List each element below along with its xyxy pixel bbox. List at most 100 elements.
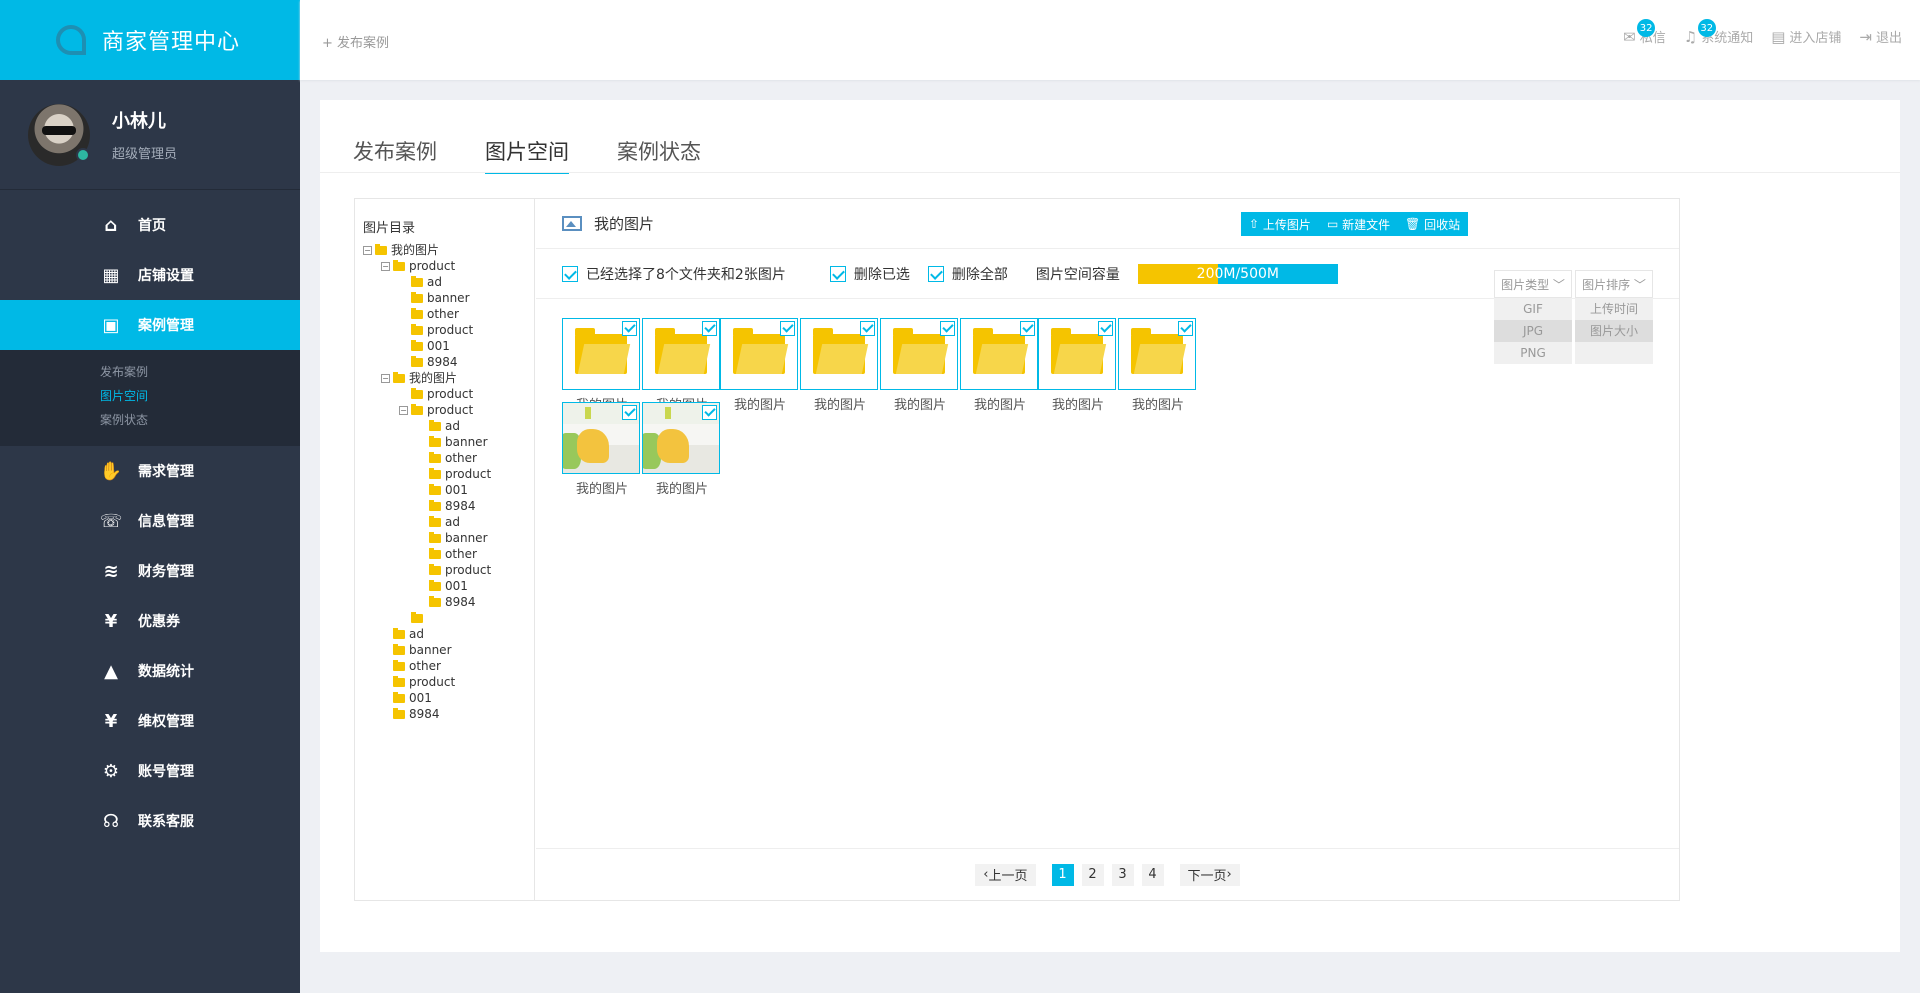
sidebar-item-6[interactable]: ¥ 优惠券 bbox=[0, 596, 300, 646]
tree-node[interactable]: 001 bbox=[363, 578, 534, 594]
tree-node[interactable]: product bbox=[363, 562, 534, 578]
tree-node[interactable]: 001 bbox=[363, 338, 534, 354]
sidebar-item-8[interactable]: ¥ 维权管理 bbox=[0, 696, 300, 746]
collapse-toggle-icon[interactable]: − bbox=[381, 373, 390, 383]
folder-thumbnail[interactable] bbox=[960, 318, 1038, 390]
top-link-2[interactable]: ▤ 进入店铺 bbox=[1771, 27, 1841, 47]
grid-item[interactable]: 我的图片 bbox=[720, 318, 800, 413]
sidebar-item-1[interactable]: ▦ 店铺设置 bbox=[0, 250, 300, 300]
tree-node[interactable]: 001 bbox=[363, 690, 534, 706]
grid-item[interactable]: 我的图片 bbox=[1038, 318, 1118, 413]
tree-node[interactable]: other bbox=[363, 306, 534, 322]
photo-thumbnail[interactable] bbox=[642, 402, 720, 474]
grid-item[interactable]: 我的图片 bbox=[880, 318, 960, 413]
collapse-toggle-icon[interactable]: − bbox=[363, 245, 372, 255]
checkbox-icon[interactable] bbox=[1178, 321, 1193, 336]
sidebar-item-0[interactable]: ⌂ 首页 bbox=[0, 200, 300, 250]
tab-2[interactable]: 案例状态 bbox=[617, 136, 701, 174]
tree-node[interactable]: 8984 bbox=[363, 354, 534, 370]
tree-node[interactable] bbox=[363, 610, 534, 626]
tree-node[interactable]: 001 bbox=[363, 482, 534, 498]
tree-node[interactable]: − 我的图片 bbox=[363, 370, 534, 386]
folder-thumbnail[interactable] bbox=[1118, 318, 1196, 390]
sidebar-item-3[interactable]: ✋ 需求管理 bbox=[0, 446, 300, 496]
dropdown-option[interactable]: PNG bbox=[1494, 342, 1572, 364]
sidebar-item-10[interactable]: ☊ 联系客服 bbox=[0, 796, 300, 846]
tree-node[interactable]: product bbox=[363, 322, 534, 338]
publish-case-link[interactable]: + 发布案例 bbox=[322, 32, 389, 51]
folder-thumbnail[interactable] bbox=[562, 318, 640, 390]
top-link-1[interactable]: ♫ 32 系统通知 bbox=[1684, 19, 1753, 46]
folder-thumbnail[interactable] bbox=[880, 318, 958, 390]
prev-page-button[interactable]: ‹ 上一页 bbox=[975, 863, 1036, 886]
tree-node[interactable]: banner bbox=[363, 434, 534, 450]
folder-thumbnail[interactable] bbox=[1038, 318, 1116, 390]
grid-item[interactable]: 我的图片 bbox=[562, 402, 642, 497]
sort-filter-head[interactable]: 图片排序 ﹀ bbox=[1575, 270, 1653, 298]
submenu-item-2[interactable]: 案例状态 bbox=[100, 408, 300, 432]
sidebar-item-5[interactable]: ≋ 财务管理 bbox=[0, 546, 300, 596]
photo-thumbnail[interactable] bbox=[562, 402, 640, 474]
page-2[interactable]: 2 bbox=[1081, 863, 1104, 886]
dropdown-option[interactable] bbox=[1575, 342, 1653, 364]
tree-node[interactable]: product bbox=[363, 674, 534, 690]
next-page-button[interactable]: 下一页 › bbox=[1179, 863, 1240, 886]
grid-item[interactable]: 我的图片 bbox=[800, 318, 880, 413]
brand[interactable]: 商家管理中心 bbox=[0, 0, 300, 80]
tab-1[interactable]: 图片空间 bbox=[485, 136, 569, 174]
top-link-3[interactable]: ⇥ 退出 bbox=[1859, 27, 1902, 47]
tree-node[interactable]: product bbox=[363, 386, 534, 402]
delete-all-checkbox[interactable] bbox=[927, 265, 944, 282]
grid-item[interactable]: 我的图片 bbox=[1118, 318, 1198, 413]
tree-node[interactable]: − 我的图片 bbox=[363, 242, 534, 258]
checkbox-icon[interactable] bbox=[702, 405, 717, 420]
folder-thumbnail[interactable] bbox=[720, 318, 798, 390]
sidebar-item-2[interactable]: ▣ 案例管理 bbox=[0, 300, 300, 350]
sidebar-item-9[interactable]: ⚙ 账号管理 bbox=[0, 746, 300, 796]
tree-node[interactable]: ad bbox=[363, 514, 534, 530]
top-link-0[interactable]: ✉ 32 私信 bbox=[1623, 19, 1666, 46]
grid-item[interactable]: 我的图片 bbox=[960, 318, 1040, 413]
tree-node[interactable]: other bbox=[363, 546, 534, 562]
tree-node[interactable]: − product bbox=[363, 258, 534, 274]
tree-node[interactable]: banner bbox=[363, 642, 534, 658]
sidebar-item-7[interactable]: ▲ 数据统计 bbox=[0, 646, 300, 696]
page-4[interactable]: 4 bbox=[1141, 863, 1164, 886]
tree-node[interactable]: banner bbox=[363, 290, 534, 306]
collapse-toggle-icon[interactable]: − bbox=[399, 405, 408, 415]
tree-node[interactable]: 8984 bbox=[363, 498, 534, 514]
tree-node[interactable]: 8984 bbox=[363, 594, 534, 610]
checkbox-icon[interactable] bbox=[1098, 321, 1113, 336]
page-1[interactable]: 1 bbox=[1051, 863, 1074, 886]
checkbox-icon[interactable] bbox=[622, 321, 637, 336]
page-3[interactable]: 3 bbox=[1111, 863, 1134, 886]
dropdown-option[interactable]: 上传时间 bbox=[1575, 298, 1653, 320]
recycle-bin-button[interactable]: 🗑 回收站 bbox=[1397, 212, 1469, 236]
avatar[interactable] bbox=[28, 103, 90, 166]
checkbox-icon[interactable] bbox=[780, 321, 795, 336]
grid-item[interactable]: 我的图片 bbox=[642, 318, 722, 413]
submenu-item-0[interactable]: 发布案例 bbox=[100, 360, 300, 384]
folder-thumbnail[interactable] bbox=[800, 318, 878, 390]
sort-filter-dropdown[interactable]: 图片排序 ﹀ 上传时间 图片大小 bbox=[1575, 270, 1653, 364]
dropdown-option[interactable]: JPG bbox=[1494, 320, 1572, 342]
tree-node[interactable]: other bbox=[363, 658, 534, 674]
tree-node[interactable]: ad bbox=[363, 626, 534, 642]
checkbox-icon[interactable] bbox=[940, 321, 955, 336]
tree-node[interactable]: − product bbox=[363, 402, 534, 418]
tree-node[interactable]: banner bbox=[363, 530, 534, 546]
new-folder-button[interactable]: ▭ 新建文件 bbox=[1319, 212, 1399, 236]
submenu-item-1[interactable]: 图片空间 bbox=[100, 384, 300, 408]
checkbox-icon[interactable] bbox=[702, 321, 717, 336]
tree-node[interactable]: other bbox=[363, 450, 534, 466]
type-filter-head[interactable]: 图片类型 ﹀ bbox=[1494, 270, 1572, 298]
tree-node[interactable]: ad bbox=[363, 274, 534, 290]
checkbox-icon[interactable] bbox=[1020, 321, 1035, 336]
select-checkbox[interactable] bbox=[562, 265, 578, 282]
grid-item[interactable]: 我的图片 bbox=[642, 402, 722, 497]
delete-selected-checkbox[interactable] bbox=[829, 265, 846, 282]
tab-0[interactable]: 发布案例 bbox=[353, 136, 437, 174]
upload-button[interactable]: ⇧ 上传图片 bbox=[1241, 212, 1319, 236]
folder-thumbnail[interactable] bbox=[642, 318, 720, 390]
checkbox-icon[interactable] bbox=[860, 321, 875, 336]
